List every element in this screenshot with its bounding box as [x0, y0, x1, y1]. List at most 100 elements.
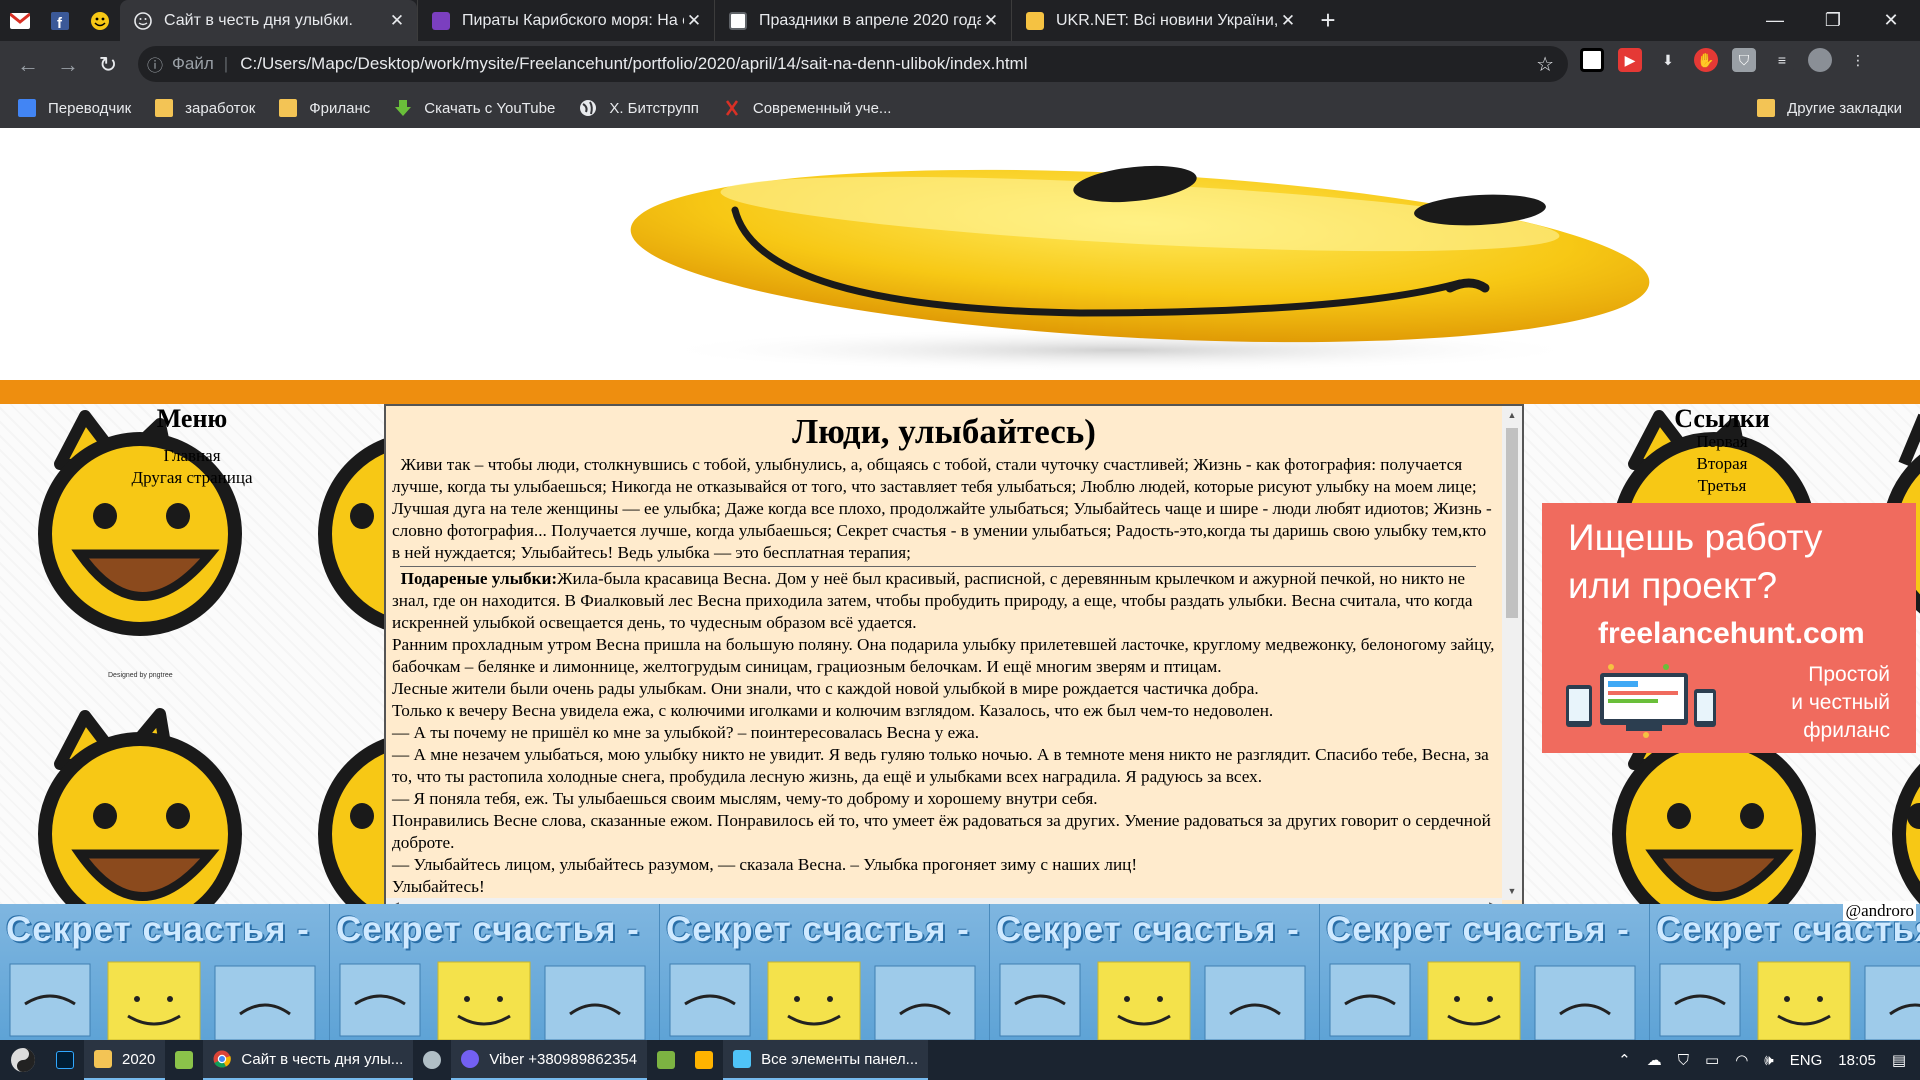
- taskbar-control-panel[interactable]: Все элементы панел...: [723, 1040, 929, 1080]
- profile-avatar[interactable]: [1808, 48, 1832, 72]
- facebook-icon: f: [51, 11, 69, 30]
- taskbar-label: Viber +380989862354: [489, 1050, 638, 1068]
- folder-icon: [279, 99, 298, 117]
- paint-icon: [423, 1051, 442, 1069]
- taskbar-label: Сайт в честь дня улы...: [241, 1050, 404, 1068]
- extension-square-icon[interactable]: [1580, 48, 1604, 72]
- pinned-tab-smiley[interactable]: [80, 0, 120, 41]
- taskbar-app[interactable]: [647, 1040, 685, 1080]
- ad-slogan-line1: Простой: [1808, 663, 1890, 686]
- info-icon[interactable]: ⓘ: [138, 52, 172, 76]
- cloud-icon[interactable]: ☁: [1647, 1051, 1662, 1069]
- viber-icon: [461, 1050, 480, 1068]
- address-separator: |: [223, 54, 229, 73]
- taskbar-photoshop[interactable]: [46, 1040, 84, 1080]
- language-indicator[interactable]: ENG: [1790, 1052, 1823, 1069]
- forward-button[interactable]: →: [48, 45, 88, 85]
- close-icon[interactable]: ✕: [387, 11, 407, 31]
- pirates-favicon-icon: [432, 11, 450, 30]
- new-tab-button[interactable]: +: [1308, 0, 1348, 41]
- close-window-icon[interactable]: ✕: [1862, 0, 1920, 41]
- minimize-icon[interactable]: —: [1746, 0, 1804, 41]
- globe-icon: [580, 100, 597, 116]
- story-paragraph: Улыбайтесь!: [392, 877, 485, 896]
- ukrnet-favicon-icon: [1026, 11, 1044, 30]
- tab-active[interactable]: Сайт в честь дня улыбки. ✕: [120, 0, 417, 41]
- link-second[interactable]: Вторая: [1524, 454, 1920, 474]
- scrollbar-thumb[interactable]: [1506, 428, 1518, 618]
- tab[interactable]: Пираты Карибского моря: На ст ✕: [417, 0, 714, 41]
- scroll-up-arrow-icon[interactable]: ▲: [1502, 410, 1522, 420]
- bookmark-label: Переводчик: [48, 99, 132, 117]
- bookmark-star-icon[interactable]: ☆: [1536, 52, 1554, 77]
- address-bar[interactable]: ⓘ Файл | C:/Users/Марс/Desktop/work/mysi…: [138, 46, 1568, 82]
- menu-link-other-page[interactable]: Другая страница: [0, 468, 384, 488]
- close-icon[interactable]: ✕: [1278, 11, 1298, 31]
- content-scroll-area[interactable]: Люди, улыбайтесь) Живи так – чтобы люди,…: [386, 406, 1502, 900]
- extension-hand-icon[interactable]: ✋: [1694, 48, 1718, 72]
- bookmark-folder[interactable]: заработок: [155, 99, 255, 117]
- taskbar-start[interactable]: [0, 1040, 46, 1080]
- bookmark-item[interactable]: Переводчик: [18, 99, 131, 117]
- extension-shield-icon[interactable]: ⛉: [1732, 48, 1756, 72]
- system-tray: ⌃ ☁ ⛉ ▭ ◠ 🕪 ENG 18:05 ▤: [1610, 1040, 1920, 1080]
- footer-tile: Секрет счастья -: [0, 904, 330, 1040]
- back-button[interactable]: ←: [8, 45, 48, 85]
- main-heading: Люди, улыбайтесь): [792, 412, 1096, 451]
- folder-icon: [94, 1050, 112, 1068]
- tab-title: Праздники в апреле 2020 года: [759, 11, 981, 29]
- link-first[interactable]: Первая: [1524, 432, 1920, 452]
- windows-taskbar: 2020 Сайт в честь дня улы... Viber +3809…: [0, 1040, 1920, 1080]
- back-arrow-icon: ←: [17, 51, 39, 77]
- taskbar-app[interactable]: [685, 1040, 723, 1080]
- scroll-down-arrow-icon[interactable]: ▼: [1502, 886, 1522, 896]
- bookmark-label: заработок: [185, 99, 256, 117]
- bookmark-item[interactable]: Современный уче...: [723, 99, 891, 117]
- close-icon[interactable]: ✕: [684, 11, 704, 31]
- taskbar-chrome[interactable]: Сайт в честь дня улы...: [203, 1040, 414, 1080]
- menu-link-home[interactable]: Главная: [0, 446, 384, 466]
- chevron-up-icon[interactable]: ⌃: [1618, 1051, 1631, 1069]
- main-content-box[interactable]: Люди, улыбайтесь) Живи так – чтобы люди,…: [384, 404, 1524, 918]
- taskbar-explorer[interactable]: 2020: [84, 1040, 166, 1080]
- reload-button[interactable]: ↻: [88, 45, 128, 85]
- bookmark-label: Скачать с YouTube: [424, 99, 556, 117]
- volume-icon[interactable]: 🕪: [1764, 1052, 1773, 1069]
- notifications-icon[interactable]: ▤: [1892, 1051, 1906, 1069]
- extension-download-icon[interactable]: ⬇: [1656, 48, 1680, 72]
- bookmark-folder[interactable]: Фриланс: [279, 99, 370, 117]
- wifi-icon[interactable]: ◠: [1735, 1051, 1748, 1069]
- restore-icon[interactable]: ❐: [1804, 0, 1862, 41]
- ad-headline-line1: Ищешь работу: [1568, 517, 1823, 558]
- tab-title: UKR.NET: Всі новини України, ос: [1056, 11, 1278, 29]
- security-shield-icon[interactable]: ⛉: [1678, 1052, 1689, 1069]
- sticky-notes-image: [1329, 961, 1636, 1040]
- close-icon[interactable]: ✕: [981, 11, 1001, 31]
- bookmark-item[interactable]: Скачать с YouTube: [394, 99, 555, 117]
- vertical-scrollbar[interactable]: ▲ ▼: [1502, 406, 1522, 900]
- pinned-tab-facebook[interactable]: f: [40, 0, 80, 41]
- page-favicon-icon: [134, 11, 152, 30]
- tab-title: Сайт в честь дня улыбки.: [164, 11, 353, 29]
- battery-icon[interactable]: ▭: [1705, 1051, 1719, 1069]
- orange-divider: [0, 380, 1920, 404]
- pinned-tab-gmail[interactable]: [0, 0, 40, 41]
- freelancehunt-ad-banner[interactable]: Ищешь работу или проект? freelancehunt.c…: [1542, 503, 1916, 753]
- other-bookmarks[interactable]: Другие закладки: [1757, 99, 1902, 117]
- menu-kebab-icon[interactable]: ⋮: [1846, 48, 1870, 72]
- link-third[interactable]: Третья: [1524, 476, 1920, 496]
- taskbar-paint[interactable]: [413, 1040, 451, 1080]
- bookmark-item[interactable]: Х. Битструпп: [579, 99, 699, 117]
- app-icon: [695, 1051, 714, 1069]
- left-sidebar: Меню Главная Другая страница Designed by…: [0, 404, 384, 904]
- taskbar-notepad[interactable]: [165, 1040, 203, 1080]
- tab[interactable]: Праздники в апреле 2020 года ✕: [714, 0, 1011, 41]
- extension-video-icon[interactable]: ▶: [1618, 48, 1642, 72]
- chrome-icon: [213, 1050, 232, 1068]
- taskbar-viber[interactable]: Viber +380989862354: [451, 1040, 648, 1080]
- ad-site-name: freelancehunt.com: [1598, 617, 1865, 650]
- media-control-icon[interactable]: ≡: [1770, 48, 1794, 72]
- tab[interactable]: UKR.NET: Всі новини України, ос ✕: [1011, 0, 1308, 41]
- address-url[interactable]: C:/Users/Марс/Desktop/work/mysite/Freela…: [240, 54, 1027, 74]
- clock[interactable]: 18:05: [1838, 1052, 1876, 1069]
